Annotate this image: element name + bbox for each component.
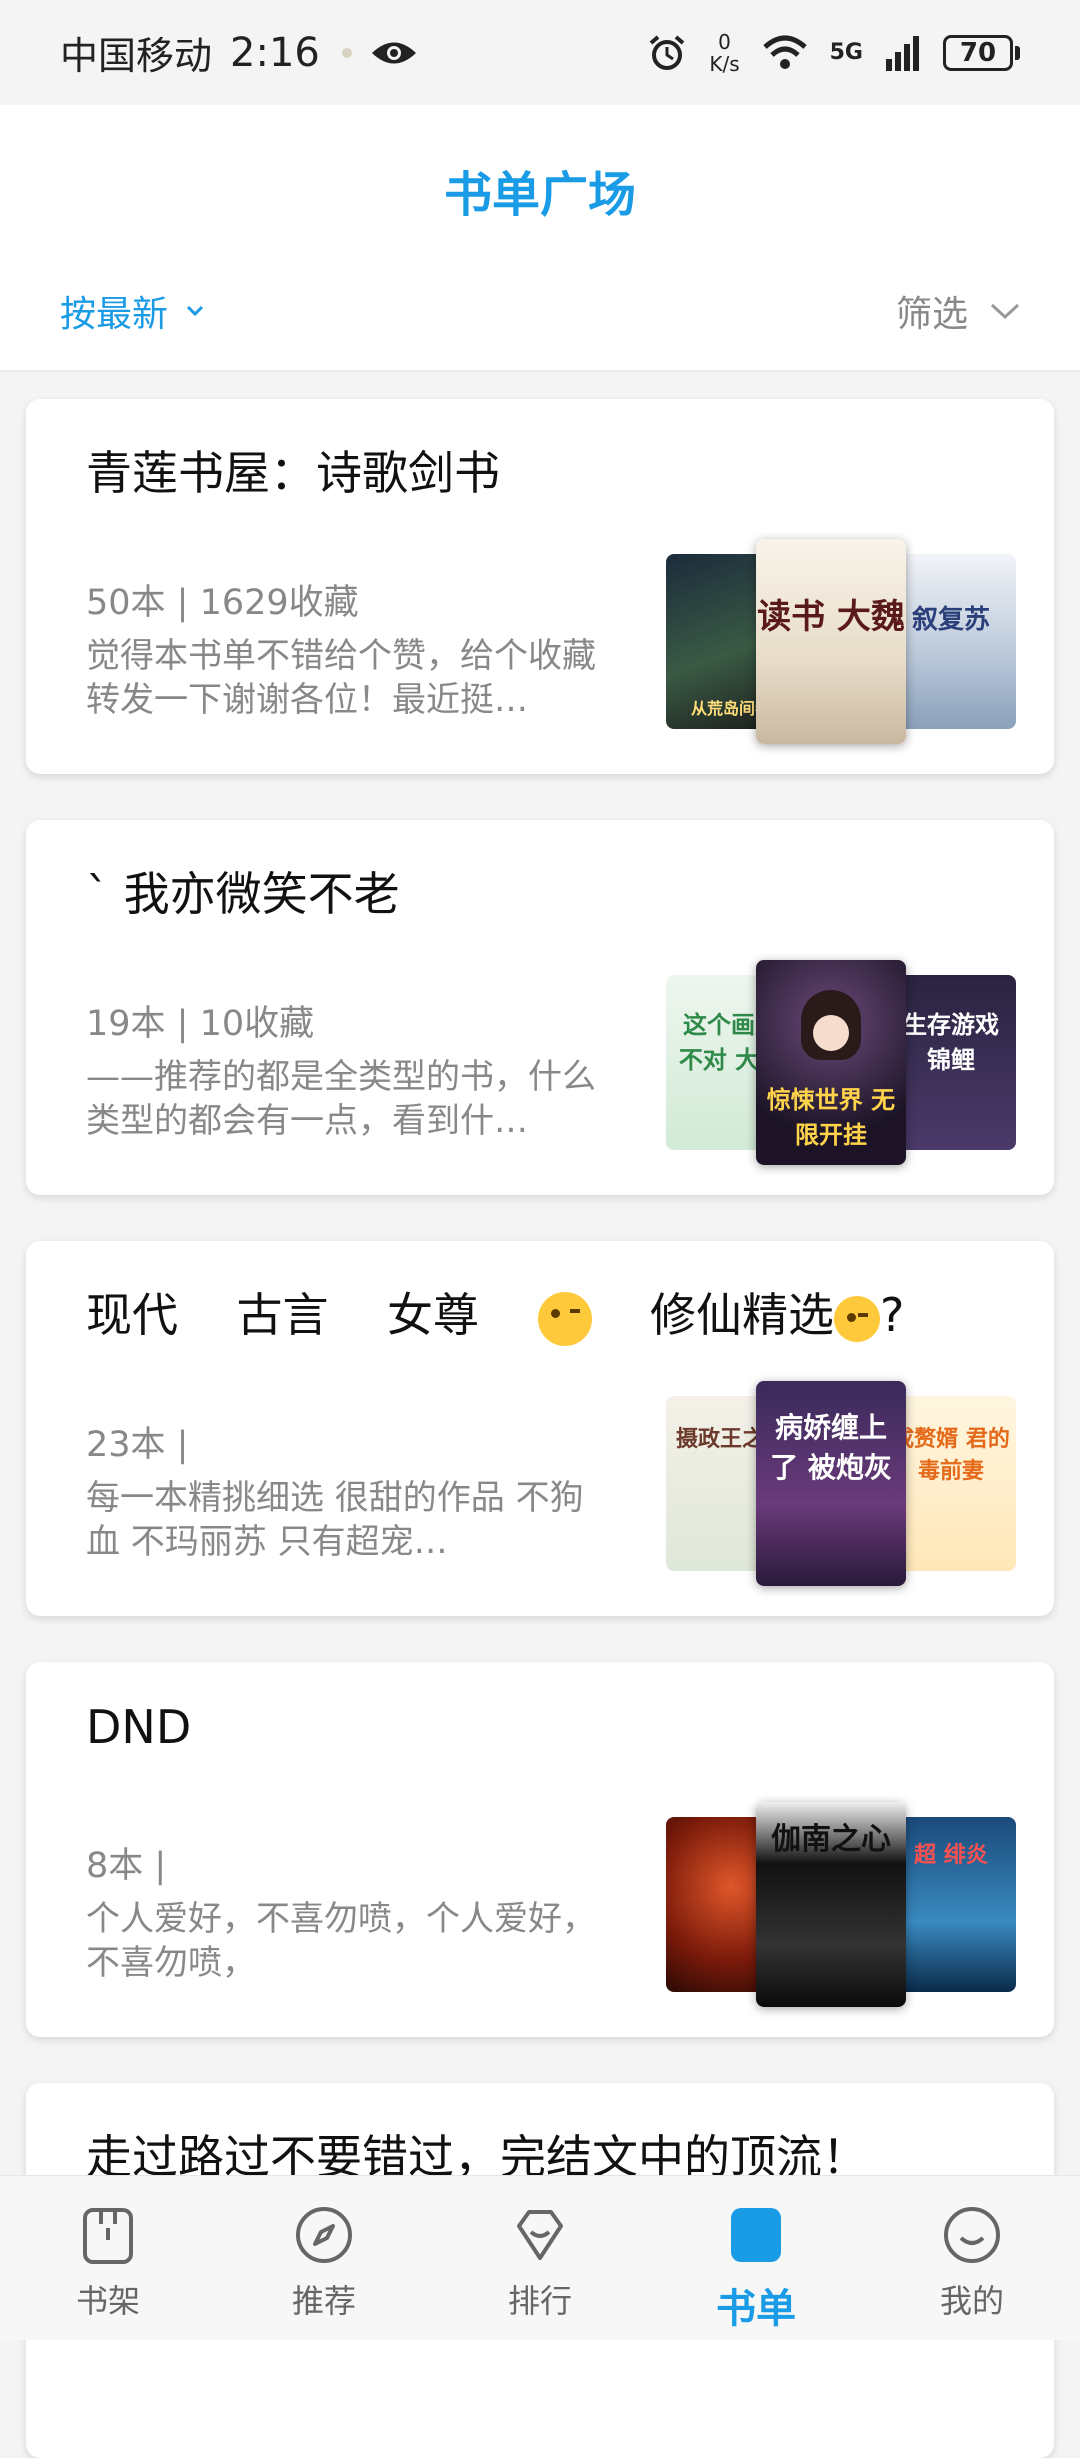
tab-label: 书单 [716,2286,796,2332]
booklist-title: ˋ 我亦微笑不老 [86,867,400,921]
booklist-title: 青莲书屋：诗歌剑书 [86,446,500,500]
tab-recommend[interactable]: 推荐 [216,2176,432,2340]
tab-label: 我的 [939,2282,1004,2320]
sort-label: 按最新 [60,294,169,335]
booklist-description: 个人爱好，不喜勿喷，个人爱好，不喜勿喷， [86,1899,596,1983]
net-speed: 0 K/s [709,31,739,75]
notification-dot-icon [341,47,352,58]
book-cover: 惊悚世界 无限开挂 [756,960,906,1165]
sort-dropdown[interactable]: 按最新 [60,285,204,337]
booklist-icon [725,2204,787,2266]
booklist-card[interactable]: ˋ 我亦微笑不老 19本 | 10收藏 ——推荐的都是全类型的书，什么类型的都会… [26,820,1054,1195]
chevron-down-icon [990,303,1020,320]
tongue-emoji-icon [537,1291,592,1346]
booklist-card[interactable]: 现代 古言 女尊 修仙精选? 23本 | 每一本精挑细选 很甜的作品 不狗血 不… [26,1241,1054,1616]
cover-stack: 超 绯炎 伽南之心 [666,1802,1016,2012]
net-speed-unit: K/s [709,51,740,76]
bookshelf-icon [77,2204,139,2266]
smile-icon [941,2204,1003,2266]
clock: 2:16 [230,29,320,76]
compass-icon [293,2204,355,2266]
cover-stack: 摄政王之后 成赘婿 君的 毒前妻 病娇缠上了 被炮灰 [666,1381,1016,1591]
network-type: 5G [829,40,863,65]
battery-icon: 70 [943,34,1020,71]
booklist-description: ——推荐的都是全类型的书，什么类型的都会有一点，看到什… [86,1057,596,1141]
tab-ranking[interactable]: 排行 [432,2176,648,2340]
cover-stack: 从荒岛间卷 叙复苏 读书 大魏 [666,539,1016,749]
book-cover: 病娇缠上了 被炮灰 [756,1381,906,1586]
booklist-meta: 8本 | [86,1846,167,1886]
tab-label: 排行 [507,2282,572,2320]
tab-mine[interactable]: 我的 [864,2176,1080,2340]
eye-icon [371,42,416,63]
booklist-card[interactable]: 青莲书屋：诗歌剑书 50本 | 1629收藏 觉得本书单不错给个赞，给个收藏转发… [26,399,1054,774]
wifi-icon [762,35,807,69]
tab-booklist[interactable]: 书单 [648,2176,864,2340]
chevron-down-icon [186,305,204,317]
page-header: 书单广场 按最新 筛选 [0,105,1080,370]
signal-icon [886,35,919,71]
status-bar: 中国移动 2:16 0 K/s 5G 70 [0,0,1080,105]
cover-stack: 这个画风不对 大佬 生存游戏 锦鲤 惊悚世界 无限开挂 [666,960,1016,1170]
bottom-tab-bar: 书架 推荐 排行 书单 我的 [0,2175,1080,2340]
booklist-title: 现代 古言 女尊 修仙精选? [86,1279,904,1346]
booklist-meta: 19本 | 10收藏 [86,1004,315,1044]
status-left: 中国移动 2:16 [60,25,418,80]
cover-face [813,1015,849,1051]
book-cover: 读书 大魏 [756,539,906,744]
booklist-meta: 50本 | 1629收藏 [86,583,359,623]
upside-down-face-emoji-icon [834,1295,880,1342]
carrier-label: 中国移动 [60,34,213,78]
battery-level: 70 [959,37,997,68]
alarm-icon [650,34,685,70]
book-cover: 伽南之心 [756,1802,906,2007]
filter-button[interactable]: 筛选 [896,285,1020,337]
net-speed-value: 0 [718,29,731,54]
booklist-card[interactable]: DND 8本 | 个人爱好，不喜勿喷，个人爱好，不喜勿喷， 超 绯炎 伽南之心 [26,1662,1054,2037]
booklist-title: DND [86,1700,192,1754]
filter-label: 筛选 [895,294,968,335]
booklist-description: 觉得本书单不错给个赞，给个收藏转发一下谢谢各位！最近挺… [86,636,596,720]
page-title: 书单广场 [443,167,636,223]
tab-label: 推荐 [291,2282,356,2320]
status-right: 0 K/s 5G 70 [647,31,1020,75]
tab-label: 书架 [75,2282,140,2320]
booklist-description: 每一本精挑细选 很甜的作品 不狗血 不玛丽苏 只有超宠… [86,1478,584,1562]
booklist-meta: 23本 | [86,1425,189,1465]
tab-bookshelf[interactable]: 书架 [0,2176,216,2340]
divider [0,370,1080,372]
ranking-icon [509,2204,571,2266]
